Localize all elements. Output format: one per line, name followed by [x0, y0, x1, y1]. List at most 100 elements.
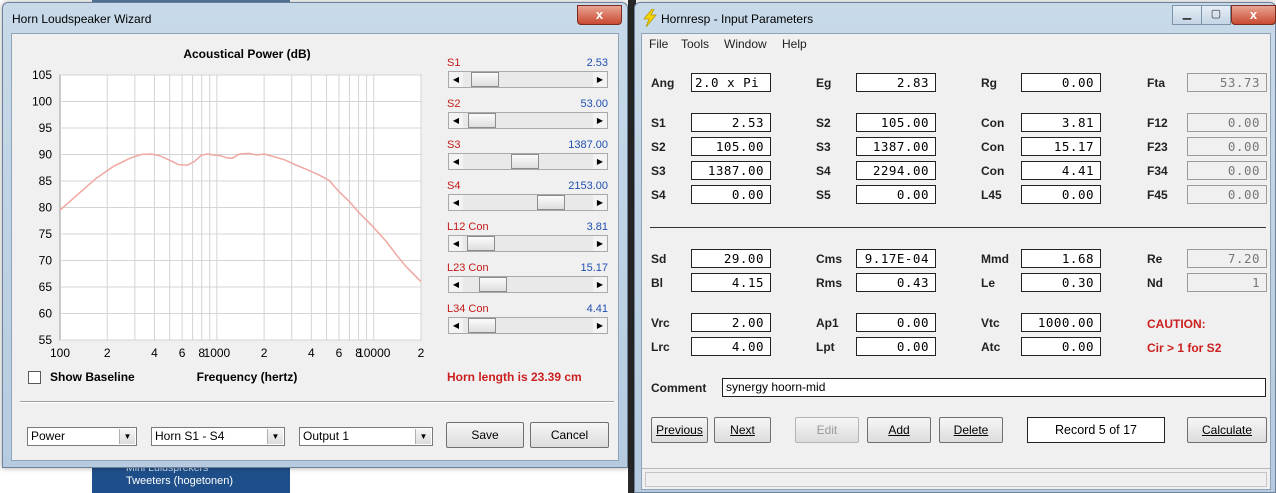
- status-bar: [642, 468, 1270, 489]
- wizard-titlebar[interactable]: Horn Loudspeaker Wizard x: [3, 3, 627, 33]
- save-button[interactable]: Save: [446, 422, 524, 448]
- arrow-right-icon[interactable]: ▶: [593, 277, 607, 292]
- edit-button[interactable]: Edit: [795, 417, 859, 443]
- slider-value: 4.41: [586, 303, 608, 315]
- background-link[interactable]: Tweeters (hogetonen): [92, 475, 290, 488]
- slider-scrollbar[interactable]: ◀ ▶: [448, 153, 608, 170]
- param-field[interactable]: 9.17E-04: [856, 249, 936, 268]
- maximize-button[interactable]: ▢: [1201, 5, 1231, 25]
- slider-scrollbar[interactable]: ◀ ▶: [448, 71, 608, 88]
- wizard-close-button[interactable]: x: [577, 5, 622, 25]
- param-field: 0.00: [1187, 113, 1267, 132]
- param-field[interactable]: 4.41: [1021, 161, 1101, 180]
- param-field[interactable]: 105.00: [856, 113, 936, 132]
- param-field[interactable]: 2294.00: [856, 161, 936, 180]
- param-field[interactable]: 0.00: [1021, 337, 1101, 356]
- next-button[interactable]: Next: [714, 417, 771, 443]
- param-field[interactable]: 4.00: [691, 337, 771, 356]
- show-baseline-checkbox[interactable]: [28, 371, 41, 384]
- slider-label: S2: [447, 98, 461, 110]
- menu-window[interactable]: Window: [724, 37, 767, 51]
- close-icon: x: [1249, 7, 1258, 22]
- slider-thumb[interactable]: [467, 236, 496, 251]
- param-field[interactable]: 1.68: [1021, 249, 1101, 268]
- arrow-right-icon[interactable]: ▶: [593, 195, 607, 210]
- cancel-button[interactable]: Cancel: [530, 422, 609, 448]
- output-select[interactable]: Output 1 ▼: [299, 427, 433, 446]
- hornresp-close-button[interactable]: x: [1231, 5, 1276, 25]
- param-field[interactable]: 15.17: [1021, 137, 1101, 156]
- param-label: F12: [1147, 116, 1168, 130]
- param-field[interactable]: 2.00: [691, 313, 771, 332]
- param-field[interactable]: 2.53: [691, 113, 771, 132]
- slider-thumb[interactable]: [471, 72, 500, 87]
- param-field[interactable]: 0.00: [856, 337, 936, 356]
- arrow-left-icon[interactable]: ◀: [449, 113, 463, 128]
- calculate-button[interactable]: Calculate: [1187, 417, 1267, 443]
- arrow-right-icon[interactable]: ▶: [593, 318, 607, 333]
- menu-file[interactable]: File: [649, 37, 668, 51]
- param-field[interactable]: 0.43: [856, 273, 936, 292]
- previous-button[interactable]: Previous: [651, 417, 708, 443]
- slider-scrollbar[interactable]: ◀ ▶: [448, 235, 608, 252]
- minimize-button[interactable]: ▁: [1172, 5, 1202, 25]
- arrow-left-icon[interactable]: ◀: [449, 72, 463, 87]
- param-field[interactable]: 29.00: [691, 249, 771, 268]
- param-field[interactable]: 1000.00: [1021, 313, 1101, 332]
- hornresp-titlebar[interactable]: Hornresp - Input Parameters ▁ ▢ x: [635, 3, 1276, 33]
- slider-scrollbar[interactable]: ◀ ▶: [448, 194, 608, 211]
- divider: [20, 401, 614, 403]
- param-field[interactable]: 2.0 x Pi: [691, 73, 771, 92]
- arrow-left-icon[interactable]: ◀: [449, 154, 463, 169]
- arrow-right-icon[interactable]: ▶: [593, 113, 607, 128]
- arrow-right-icon[interactable]: ▶: [593, 72, 607, 87]
- param-field[interactable]: 0.30: [1021, 273, 1101, 292]
- slider-thumb[interactable]: [479, 277, 508, 292]
- param-field[interactable]: 0.00: [691, 185, 771, 204]
- show-baseline-label[interactable]: Show Baseline: [50, 370, 135, 384]
- y-tick-label: 105: [32, 68, 52, 82]
- param-label: S1: [651, 116, 666, 130]
- slider-thumb[interactable]: [468, 113, 497, 128]
- param-field[interactable]: 3.81: [1021, 113, 1101, 132]
- menu-tools[interactable]: Tools: [681, 37, 709, 51]
- param-field[interactable]: 1387.00: [856, 137, 936, 156]
- slider-label: S4: [447, 180, 461, 192]
- param-label: S3: [651, 164, 666, 178]
- param-label: Cms: [816, 252, 843, 266]
- x-tick-label: 10000: [357, 346, 391, 360]
- param-field[interactable]: 2.83: [856, 73, 936, 92]
- x-tick-label: 4: [308, 346, 315, 360]
- param-field[interactable]: 0.00: [1021, 185, 1101, 204]
- slider-thumb[interactable]: [510, 154, 539, 169]
- arrow-left-icon[interactable]: ◀: [449, 236, 463, 251]
- param-label: F23: [1147, 140, 1168, 154]
- arrow-left-icon[interactable]: ◀: [449, 277, 463, 292]
- slider-scrollbar[interactable]: ◀ ▶: [448, 112, 608, 129]
- arrow-right-icon[interactable]: ▶: [593, 154, 607, 169]
- slider-scrollbar[interactable]: ◀ ▶: [448, 317, 608, 334]
- arrow-left-icon[interactable]: ◀: [449, 318, 463, 333]
- delete-button[interactable]: Delete: [939, 417, 1003, 443]
- param-field[interactable]: 105.00: [691, 137, 771, 156]
- slider-thumb[interactable]: [468, 318, 497, 333]
- param-field[interactable]: 0.00: [856, 185, 936, 204]
- comment-field[interactable]: synergy hoorn-mid: [722, 378, 1266, 397]
- add-button[interactable]: Add: [867, 417, 931, 443]
- param-field[interactable]: 0.00: [1021, 73, 1101, 92]
- param-field[interactable]: 0.00: [856, 313, 936, 332]
- param-label: Lrc: [651, 340, 670, 354]
- y-tick-label: 65: [39, 280, 53, 294]
- horn-segment-select[interactable]: Horn S1 - S4 ▼: [151, 427, 285, 446]
- slider-thumb[interactable]: [537, 195, 566, 210]
- param-field[interactable]: 1387.00: [691, 161, 771, 180]
- slider-scrollbar[interactable]: ◀ ▶: [448, 276, 608, 293]
- menu-help[interactable]: Help: [782, 37, 807, 51]
- param-label: Vtc: [981, 316, 1000, 330]
- param-label: Con: [981, 164, 1005, 178]
- arrow-left-icon[interactable]: ◀: [449, 195, 463, 210]
- y-tick-label: 60: [39, 307, 53, 321]
- plot-type-select[interactable]: Power ▼: [27, 427, 137, 446]
- param-field[interactable]: 4.15: [691, 273, 771, 292]
- arrow-right-icon[interactable]: ▶: [593, 236, 607, 251]
